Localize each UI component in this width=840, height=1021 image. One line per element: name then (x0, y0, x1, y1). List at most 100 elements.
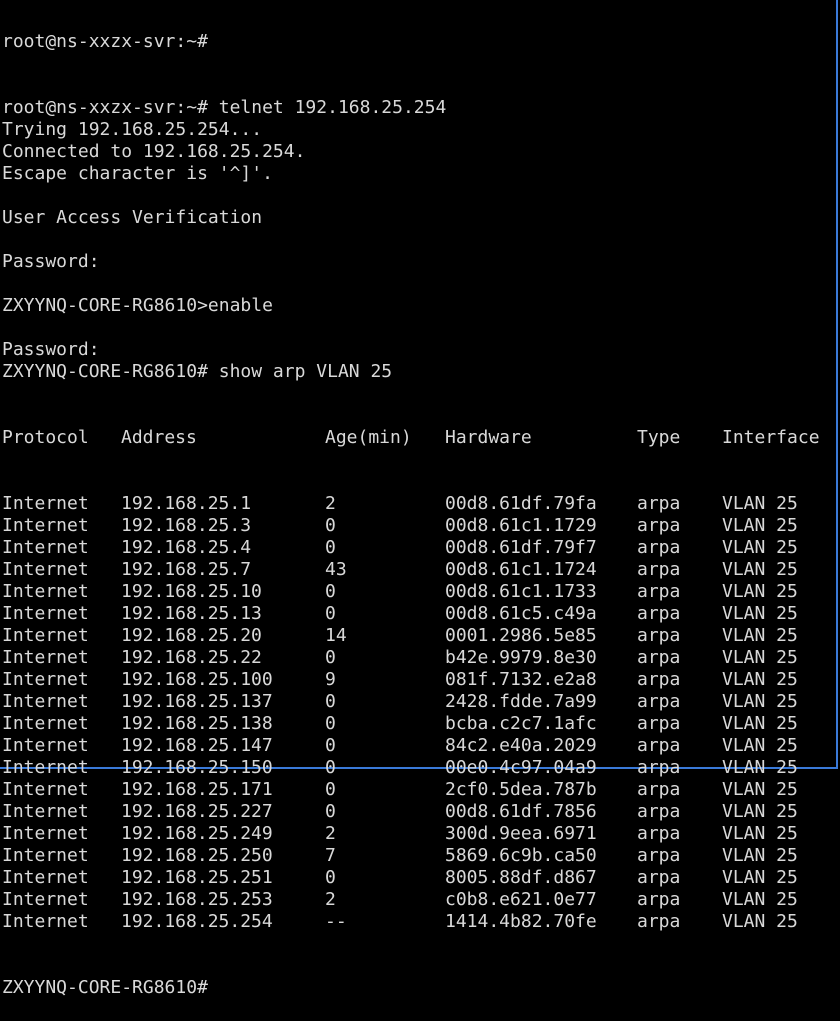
arp-cell-protocol: Internet (2, 735, 89, 756)
arp-table-row: Internet 192.168.25.227 0 00d8.61df.7856 arp… (2, 801, 836, 823)
terminal-line: User Access Verification (2, 207, 263, 228)
terminal-line: ZXYYNQ-CORE-RG8610# show arp VLAN 25 (2, 361, 393, 382)
terminal-line-partial-top: root@ns-xxzx-svr:~# (2, 31, 208, 52)
arp-cell-hardware: b42e.9979.8e30 (445, 647, 597, 668)
terminal-line: Connected to 192.168.25.254. (2, 141, 306, 162)
arp-table-row: Internet 192.168.25.1 2 00d8.61df.79fa arpa V… (2, 493, 836, 515)
arp-cell-age: 0 (325, 691, 336, 712)
arp-cell-interface: VLAN 25 (722, 735, 798, 756)
arp-cell-protocol: Internet (2, 757, 89, 778)
arp-cell-hardware: 2cf0.5dea.787b (445, 779, 597, 800)
arp-table-row: Internet 192.168.25.10 0 00d8.61c1.1733 arpa… (2, 581, 836, 603)
arp-cell-hardware: 00d8.61c1.1729 (445, 515, 597, 536)
terminal-line: Password: (2, 339, 100, 360)
arp-cell-protocol: Internet (2, 581, 89, 602)
arp-cell-age: 0 (325, 735, 336, 756)
terminal-line: ZXYYNQ-CORE-RG8610>enable (2, 295, 273, 316)
arp-cell-protocol: Internet (2, 779, 89, 800)
arp-cell-age: 2 (325, 493, 336, 514)
arp-cell-address: 192.168.25.22 (121, 647, 262, 668)
arp-cell-interface: VLAN 25 (722, 845, 798, 866)
arp-table-row: Internet 192.168.25.253 2 c0b8.e621.0e77 arp… (2, 889, 836, 911)
arp-cell-type: arpa (637, 669, 681, 690)
arp-header-interface: Interface (722, 427, 820, 448)
arp-cell-type: arpa (637, 603, 681, 624)
arp-cell-interface: VLAN 25 (722, 625, 798, 646)
arp-cell-type: arpa (637, 581, 681, 602)
arp-cell-age: 9 (325, 669, 336, 690)
arp-cell-age: 0 (325, 515, 336, 536)
terminal-session-lines: root@ns-xxzx-svr:~# telnet 192.168.25.25… (2, 97, 836, 383)
arp-cell-interface: VLAN 25 (722, 647, 798, 668)
arp-cell-hardware: 00d8.61df.79fa (445, 493, 597, 514)
arp-cell-address: 192.168.25.150 (121, 757, 273, 778)
arp-table-row: Internet 192.168.25.22 0 b42e.9979.8e30 arpa… (2, 647, 836, 669)
arp-cell-age: 14 (325, 625, 347, 646)
arp-cell-protocol: Internet (2, 691, 89, 712)
arp-cell-address: 192.168.25.1 (121, 493, 252, 514)
arp-cell-age: 0 (325, 867, 336, 888)
arp-cell-interface: VLAN 25 (722, 493, 798, 514)
arp-table-row: Internet 192.168.25.100 9 081f.7132.e2a8 arp… (2, 669, 836, 691)
arp-table-row: Internet 192.168.25.171 0 2cf0.5dea.787b arp… (2, 779, 836, 801)
arp-cell-protocol: Internet (2, 537, 89, 558)
arp-cell-hardware: 1414.4b82.70fe (445, 911, 597, 932)
arp-cell-age: 0 (325, 537, 336, 558)
arp-cell-age: 2 (325, 823, 336, 844)
arp-cell-protocol: Internet (2, 845, 89, 866)
arp-cell-address: 192.168.25.253 (121, 889, 273, 910)
arp-cell-type: arpa (637, 515, 681, 536)
arp-cell-hardware: c0b8.e621.0e77 (445, 889, 597, 910)
arp-table-row: Internet 192.168.25.150 0 00e0.4c97.04a9 arp… (2, 757, 836, 779)
arp-cell-interface: VLAN 25 (722, 581, 798, 602)
arp-cell-hardware: 00d8.61c5.c49a (445, 603, 597, 624)
arp-cell-protocol: Internet (2, 647, 89, 668)
arp-cell-hardware: 00d8.61c1.1724 (445, 559, 597, 580)
arp-cell-protocol: Internet (2, 823, 89, 844)
arp-cell-address: 192.168.25.254 (121, 911, 273, 932)
arp-cell-interface: VLAN 25 (722, 757, 798, 778)
arp-table-row: Internet 192.168.25.3 0 00d8.61c1.1729 arpa V… (2, 515, 836, 537)
arp-cell-address: 192.168.25.10 (121, 581, 262, 602)
terminal-output[interactable]: root@ns-xxzx-svr:~# root@ns-xxzx-svr:~# … (2, 0, 836, 1021)
arp-cell-age: 43 (325, 559, 347, 580)
arp-cell-interface: VLAN 25 (722, 779, 798, 800)
arp-cell-age: 0 (325, 779, 336, 800)
arp-table-row: Internet 192.168.25.147 0 84c2.e40a.2029 arp… (2, 735, 836, 757)
arp-cell-interface: VLAN 25 (722, 669, 798, 690)
arp-cell-type: arpa (637, 911, 681, 932)
arp-cell-interface: VLAN 25 (722, 713, 798, 734)
arp-cell-age: 2 (325, 889, 336, 910)
arp-cell-type: arpa (637, 625, 681, 646)
arp-header-protocol: Protocol (2, 427, 89, 448)
terminal-line-partial-bottom: ZXYYNQ-CORE-RG8610# (2, 977, 208, 998)
arp-cell-type: arpa (637, 559, 681, 580)
arp-cell-address: 192.168.25.138 (121, 713, 273, 734)
arp-table-row: Internet 192.168.25.4 0 00d8.61df.79f7 arpa V… (2, 537, 836, 559)
arp-cell-address: 192.168.25.20 (121, 625, 262, 646)
arp-cell-hardware: 8005.88df.d867 (445, 867, 597, 888)
arp-cell-type: arpa (637, 537, 681, 558)
arp-cell-interface: VLAN 25 (722, 515, 798, 536)
arp-cell-type: arpa (637, 713, 681, 734)
arp-cell-address: 192.168.25.7 (121, 559, 252, 580)
arp-cell-protocol: Internet (2, 493, 89, 514)
arp-cell-protocol: Internet (2, 625, 89, 646)
arp-cell-address: 192.168.25.227 (121, 801, 273, 822)
arp-table-body: Internet 192.168.25.1 2 00d8.61df.79fa arpa V… (2, 493, 836, 933)
arp-cell-type: arpa (637, 801, 681, 822)
arp-cell-protocol: Internet (2, 867, 89, 888)
arp-cell-address: 192.168.25.147 (121, 735, 273, 756)
arp-cell-age: 0 (325, 581, 336, 602)
arp-cell-type: arpa (637, 867, 681, 888)
arp-cell-interface: VLAN 25 (722, 537, 798, 558)
arp-cell-interface: VLAN 25 (722, 691, 798, 712)
arp-cell-protocol: Internet (2, 713, 89, 734)
arp-cell-address: 192.168.25.100 (121, 669, 273, 690)
arp-cell-age: 0 (325, 647, 336, 668)
arp-cell-age: 7 (325, 845, 336, 866)
arp-cell-protocol: Internet (2, 603, 89, 624)
